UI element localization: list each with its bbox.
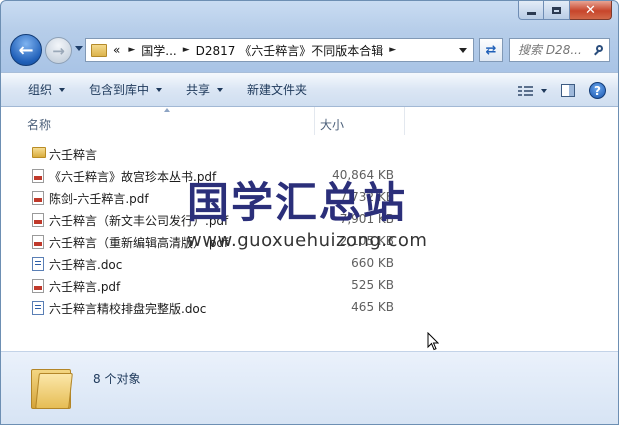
new-folder-button[interactable]: 新建文件夹: [235, 72, 319, 107]
share-label: 共享: [186, 83, 211, 97]
caption-buttons: ✕: [518, 1, 612, 20]
file-name: 六壬粹言.pdf: [49, 280, 121, 294]
pdf-file-icon: [32, 213, 44, 227]
chevron-down-icon: [217, 88, 224, 92]
change-view-button[interactable]: [518, 84, 547, 98]
folder-icon: [32, 147, 46, 158]
forward-arrow-icon: →: [52, 41, 65, 60]
maximize-icon: [552, 6, 561, 14]
column-size-header[interactable]: 大小: [320, 116, 344, 133]
help-icon[interactable]: ?: [589, 82, 606, 99]
chevron-down-icon: [156, 88, 163, 92]
column-name-header[interactable]: 名称: [27, 116, 51, 133]
file-name: 六壬粹言.doc: [49, 258, 123, 272]
explorer-window: ✕ ← → « ► 国学... ► D2817 《六壬粹言》不同版本合辑 ► ⇄…: [0, 0, 619, 425]
search-input[interactable]: [516, 42, 592, 58]
back-arrow-icon: ←: [18, 39, 34, 61]
word-document-icon: [32, 301, 44, 315]
share-menu[interactable]: 共享: [174, 72, 235, 107]
close-button[interactable]: ✕: [570, 1, 612, 20]
navigation-bar: ← → « ► 国学... ► D2817 《六壬粹言》不同版本合辑 ► ⇄: [1, 31, 618, 69]
chevron-right-icon[interactable]: ►: [183, 45, 190, 55]
details-pane: 8 个对象: [1, 351, 618, 424]
file-name: 陈剑-六壬粹言.pdf: [49, 192, 149, 206]
breadcrumb-current[interactable]: D2817 《六壬粹言》不同版本合辑: [196, 42, 384, 59]
folder-icon: [91, 43, 107, 57]
chevron-right-icon[interactable]: ►: [389, 45, 396, 55]
list-item[interactable]: 六壬粹言精校排盘完整版.doc 465 KB: [1, 297, 618, 319]
chevron-right-icon: ►: [128, 45, 136, 55]
column-headers: 名称 大小: [1, 107, 618, 135]
chevron-down-icon: [541, 89, 547, 93]
pdf-file-icon: [32, 235, 44, 249]
word-document-icon: [32, 257, 44, 271]
item-count: 8 个对象: [93, 372, 141, 386]
organize-label: 组织: [28, 83, 53, 97]
file-size: 525 KB: [351, 278, 394, 292]
refresh-icon: ⇄: [485, 42, 497, 58]
file-name: 六壬粹言: [49, 148, 98, 162]
organize-menu[interactable]: 组织: [1, 72, 77, 107]
breadcrumb-parent[interactable]: 国学...: [141, 42, 176, 59]
mouse-cursor-icon: [427, 332, 439, 351]
address-dropdown-icon[interactable]: [459, 47, 467, 53]
watermark-url: www.guoxuehuizong.com: [187, 230, 428, 251]
sort-up-icon: [164, 108, 170, 112]
back-button[interactable]: ←: [10, 34, 42, 66]
watermark-title: 国学汇总站: [187, 178, 408, 227]
list-item[interactable]: 六壬粹言.pdf 525 KB: [1, 275, 618, 297]
view-options-icon: [518, 84, 534, 98]
include-in-library-menu[interactable]: 包含到库中: [77, 72, 174, 107]
close-icon: ✕: [585, 2, 596, 18]
preview-pane-icon[interactable]: [561, 84, 575, 97]
minimize-icon: [526, 11, 536, 15]
address-bar[interactable]: « ► 国学... ► D2817 《六壬粹言》不同版本合辑 ►: [85, 38, 474, 62]
forward-button[interactable]: →: [45, 37, 72, 64]
pdf-file-icon: [32, 169, 44, 183]
recent-pages-dropdown[interactable]: [75, 46, 83, 51]
folder-icon: [31, 367, 73, 409]
column-divider[interactable]: [314, 107, 315, 135]
list-item[interactable]: 六壬粹言.doc 660 KB: [1, 253, 618, 275]
pdf-file-icon: [32, 279, 44, 293]
list-item[interactable]: 六壬粹言: [1, 143, 618, 165]
file-size: 465 KB: [351, 300, 394, 314]
address-overflow[interactable]: «: [113, 43, 120, 57]
search-icon[interactable]: [594, 44, 605, 56]
new-folder-label: 新建文件夹: [247, 83, 308, 97]
maximize-button[interactable]: [544, 1, 570, 20]
chevron-down-icon: [59, 88, 66, 92]
file-name: 六壬粹言精校排盘完整版.doc: [49, 302, 207, 316]
view-controls: ?: [518, 73, 606, 108]
column-divider[interactable]: [404, 107, 405, 135]
pdf-file-icon: [32, 191, 44, 205]
include-in-library-label: 包含到库中: [89, 83, 150, 97]
command-bar: 组织 包含到库中 共享 新建文件夹 ?: [1, 72, 618, 107]
refresh-button[interactable]: ⇄: [479, 38, 503, 62]
file-size: 660 KB: [351, 256, 394, 270]
minimize-button[interactable]: [518, 1, 544, 20]
search-box[interactable]: [509, 38, 610, 62]
